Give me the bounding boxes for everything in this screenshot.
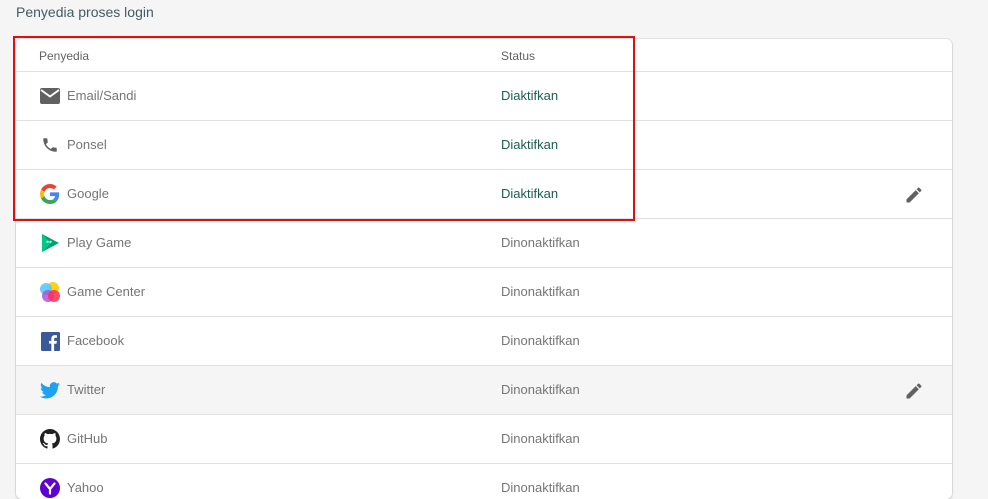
provider-status: Diaktifkan: [501, 88, 559, 103]
phone-icon: [39, 134, 61, 156]
provider-name: Play Game: [67, 235, 132, 250]
game-center-icon: [39, 281, 61, 303]
provider-status: Dinonaktifkan: [501, 333, 580, 348]
provider-row-phone[interactable]: Ponsel Diaktifkan: [16, 121, 952, 170]
provider-status: Dinonaktifkan: [501, 235, 580, 250]
provider-row-email[interactable]: Email/Sandi Diaktifkan: [16, 72, 952, 121]
google-icon: [39, 183, 61, 205]
provider-name: Google: [67, 186, 109, 201]
provider-status: Diaktifkan: [501, 186, 559, 201]
provider-name: Email/Sandi: [67, 88, 137, 103]
provider-status: Dinonaktifkan: [501, 431, 580, 446]
provider-row-google[interactable]: Google Diaktifkan: [16, 170, 952, 219]
provider-row-play-games[interactable]: Play Game Dinonaktifkan: [16, 219, 952, 268]
facebook-icon: [39, 330, 61, 352]
provider-row-yahoo[interactable]: Yahoo Dinonaktifkan: [16, 464, 952, 499]
header-provider: Penyedia: [39, 49, 90, 63]
provider-row-github[interactable]: GitHub Dinonaktifkan: [16, 415, 952, 464]
provider-row-game-center[interactable]: Game Center Dinonaktifkan: [16, 268, 952, 317]
provider-name: Facebook: [67, 333, 125, 348]
yahoo-icon: [39, 477, 61, 499]
provider-status: Dinonaktifkan: [501, 382, 580, 397]
provider-name: Yahoo: [67, 480, 104, 495]
provider-name: Ponsel: [67, 137, 107, 152]
provider-status: Dinonaktifkan: [501, 480, 580, 495]
mail-icon: [39, 85, 61, 107]
provider-row-twitter[interactable]: Twitter Dinonaktifkan: [16, 366, 952, 415]
sign-in-providers-table: Penyedia Status Email/Sandi Diaktifkan P…: [16, 39, 952, 499]
table-header: Penyedia Status: [16, 39, 952, 72]
twitter-icon: [39, 379, 61, 401]
github-icon: [39, 428, 61, 450]
provider-status: Diaktifkan: [501, 137, 559, 152]
provider-name: Game Center: [67, 284, 146, 299]
section-title: Penyedia proses login: [16, 4, 154, 20]
header-status: Status: [501, 49, 536, 63]
provider-row-facebook[interactable]: Facebook Dinonaktifkan: [16, 317, 952, 366]
edit-pencil-icon[interactable]: [902, 183, 926, 207]
provider-name: GitHub: [67, 431, 108, 446]
edit-pencil-icon[interactable]: [902, 379, 926, 403]
provider-status: Dinonaktifkan: [501, 284, 580, 299]
provider-name: Twitter: [67, 382, 106, 397]
play-games-icon: [39, 232, 61, 254]
